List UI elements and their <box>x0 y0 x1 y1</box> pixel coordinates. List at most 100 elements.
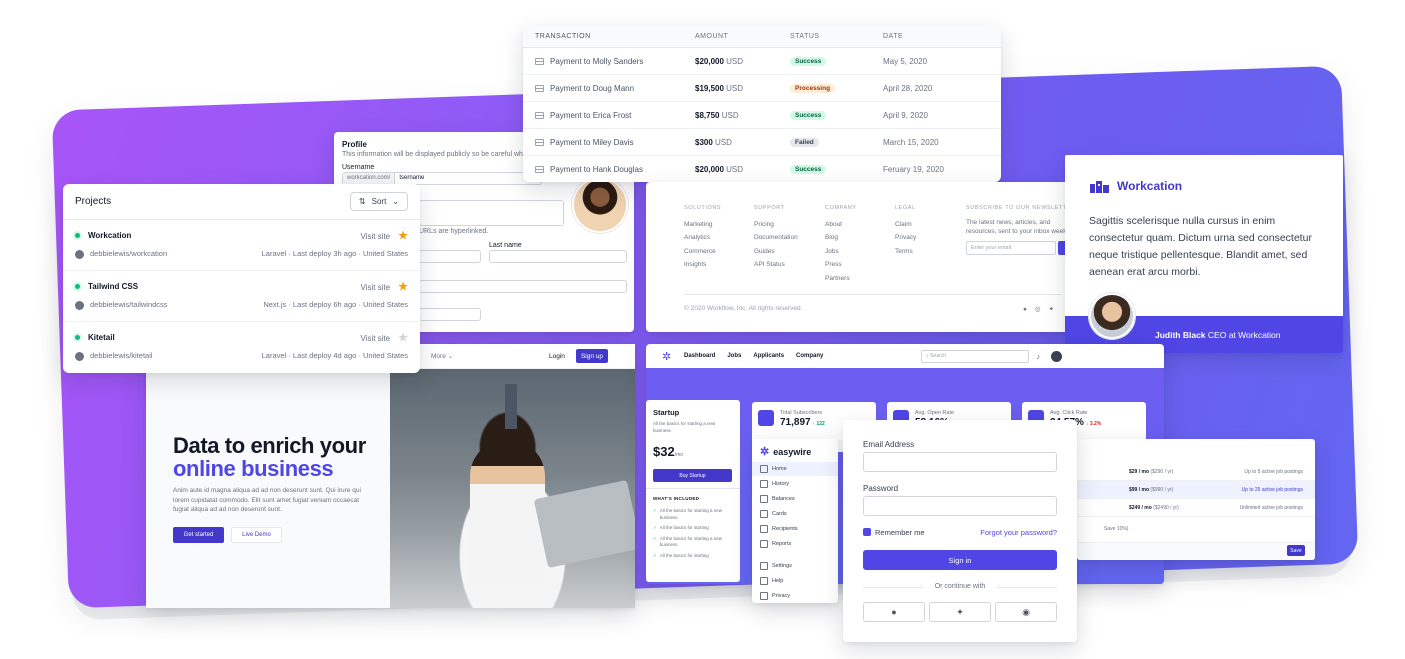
footer-link[interactable]: Analytics <box>684 231 721 245</box>
facebook-icon[interactable]: ● <box>1023 306 1035 313</box>
dashboard-nav-item[interactable]: Applicants <box>753 353 784 359</box>
first-name-field[interactable] <box>419 250 481 263</box>
facebook-login-button[interactable]: ● <box>863 602 925 622</box>
get-started-button[interactable]: Get started <box>173 527 224 543</box>
sort-button[interactable]: ⇅ Sort ⌄ <box>349 192 408 211</box>
plan-row[interactable]: $249 / mo ($2490 / yr) Unlimited active j… <box>1077 499 1315 517</box>
footer-link[interactable]: Blog <box>825 231 857 245</box>
workcation-logo: Workcation <box>1089 179 1182 193</box>
transaction-row[interactable]: Payment to Doug Mann $19,500 USD Processin… <box>523 75 1001 102</box>
easywire-logo: ✲ easywire <box>760 445 811 458</box>
plan-limit: Up to 5 active job postings <box>1244 468 1303 475</box>
visit-site-link[interactable]: Visit site <box>360 334 390 343</box>
easywire-nav-item[interactable]: Recipients <box>752 522 838 536</box>
footer-link[interactable]: About <box>825 218 857 232</box>
dashboard-nav-item[interactable]: Company <box>796 353 823 359</box>
footer-link[interactable]: Marketing <box>684 218 721 232</box>
transaction-row[interactable]: Payment to Molly Sanders $20,000 USD Succe… <box>523 48 1001 75</box>
sign-in-button[interactable]: Sign in <box>863 550 1057 570</box>
repo-name[interactable]: debbielewis/workcation <box>90 249 167 258</box>
username-value: tsername <box>399 175 425 181</box>
feature-item: ✓ All the basics for starting <box>653 525 709 530</box>
showcase-stage: Profile This information will be display… <box>0 0 1405 659</box>
last-name-field[interactable] <box>489 250 627 263</box>
project-row[interactable]: Tailwind CSS Visit site ★ debbielewis/tailw… <box>63 271 420 322</box>
star-icon[interactable]: ★ <box>398 281 408 293</box>
forgot-password-link[interactable]: Forgot your password? <box>980 528 1057 537</box>
project-row[interactable]: Kitetail Visit site ★ debbielewis/kitetail L… <box>63 322 420 373</box>
easywire-secondary-item[interactable]: Settings <box>752 559 838 573</box>
plan-row[interactable]: $99 / mo ($990 / yr) Up to 25 active job … <box>1077 481 1315 499</box>
footer-link[interactable]: Press <box>825 258 857 272</box>
nav-login[interactable]: Login <box>549 353 565 360</box>
nav-more[interactable]: More ⌄ <box>431 352 453 360</box>
footer-link[interactable]: API Status <box>754 258 798 272</box>
plan-row[interactable]: $29 / mo ($290 / yr) Up to 5 active job p… <box>1077 463 1315 481</box>
email-field[interactable] <box>419 280 627 293</box>
easywire-nav-item[interactable]: Home <box>752 462 838 476</box>
footer-link[interactable]: Terms <box>895 245 916 259</box>
newsletter-email-input[interactable]: Enter your email <box>966 240 1056 255</box>
easywire-nav-item[interactable]: Reports <box>752 537 838 551</box>
footer-link[interactable]: Jobs <box>825 245 857 259</box>
easywire-secondary-item[interactable]: Privacy <box>752 589 838 603</box>
footer-column-title: SOLUTIONS <box>684 205 722 211</box>
transaction-amount: $19,500 USD <box>695 83 744 93</box>
repo-name[interactable]: debbielewis/tailwindcss <box>90 300 168 309</box>
country-field[interactable] <box>419 308 481 321</box>
footer-link[interactable]: Guides <box>754 245 798 259</box>
easywire-nav-item[interactable]: Balances <box>752 492 838 506</box>
status-badge: Failed <box>790 138 819 147</box>
footer-link[interactable]: Pricing <box>754 218 798 232</box>
profile-avatar[interactable] <box>572 177 628 233</box>
star-icon[interactable]: ★ <box>398 230 408 242</box>
footer-link[interactable]: Commerce <box>684 245 721 259</box>
email-input[interactable] <box>863 452 1057 472</box>
plan-price: $29 / mo ($290 / yr) <box>1129 468 1174 475</box>
projects-list-card: Projects ⇅ Sort ⌄ Workcation Visit site ★ d… <box>63 184 420 373</box>
transaction-row[interactable]: Payment to Hank Douglas $20,000 USD Succes… <box>523 156 1001 182</box>
bell-icon[interactable]: ♪ <box>1036 352 1040 361</box>
transaction-name: Payment to Erica Frost <box>523 111 685 120</box>
check-icon: ✓ <box>653 552 657 558</box>
dashboard-nav-item[interactable]: Dashboard <box>684 353 715 359</box>
transaction-row[interactable]: Payment to Erica Frost $8,750 USD Success A… <box>523 102 1001 129</box>
newsletter: SUBSCRIBE TO OUR NEWSLETTER The latest n… <box>966 202 1076 255</box>
remember-checkbox[interactable] <box>863 528 871 536</box>
live-demo-button[interactable]: Live Demo <box>231 527 282 543</box>
footer-link[interactable]: Privacy <box>895 231 916 245</box>
user-avatar[interactable] <box>1051 350 1062 362</box>
password-input[interactable] <box>863 496 1057 516</box>
footer-link[interactable]: Insights <box>684 258 721 272</box>
twitter-icon[interactable]: ✦ <box>1049 306 1062 313</box>
github-login-button[interactable]: ◉ <box>995 602 1057 622</box>
workflow-logo-icon[interactable]: ✲ <box>662 350 671 363</box>
transaction-row[interactable]: Payment to Miley Davis $300 USD Failed Marc… <box>523 129 1001 156</box>
status-badge: Processing <box>790 84 836 93</box>
footer-link[interactable]: Partners <box>825 272 857 286</box>
easywire-brand: easywire <box>773 446 812 457</box>
dashboard-search-input[interactable]: ⌕ Search <box>921 349 1029 363</box>
save-button[interactable]: Save <box>1287 545 1305 556</box>
nav-signup-button[interactable]: Sign up <box>576 349 608 363</box>
buy-startup-button[interactable]: Buy Startup <box>653 469 732 482</box>
twitter-login-button[interactable]: ✦ <box>929 602 991 622</box>
project-row[interactable]: Workcation Visit site ★ debbielewis/workcat… <box>63 220 420 271</box>
plan-price: $99 / mo ($990 / yr) <box>1129 486 1174 493</box>
repo-name[interactable]: debbielewis/kitetail <box>90 351 153 360</box>
footer-link[interactable]: Claim <box>895 218 916 232</box>
transaction-amount: $300 USD <box>695 137 732 147</box>
woman-figure <box>470 439 545 589</box>
easywire-secondary-item[interactable]: Help <box>752 574 838 588</box>
star-icon[interactable]: ★ <box>398 332 408 344</box>
about-textarea[interactable] <box>419 200 564 226</box>
credit-card-icon <box>535 138 544 146</box>
dashboard-nav-item[interactable]: Jobs <box>727 353 741 359</box>
visit-site-link[interactable]: Visit site <box>360 283 390 292</box>
sort-icon: ⇅ <box>358 197 366 206</box>
easywire-nav-item[interactable]: Cards <box>752 507 838 521</box>
footer-link[interactable]: Documentation <box>754 231 798 245</box>
instagram-icon[interactable]: ◎ <box>1035 306 1049 313</box>
visit-site-link[interactable]: Visit site <box>360 232 390 241</box>
easywire-nav-item[interactable]: History <box>752 477 838 491</box>
